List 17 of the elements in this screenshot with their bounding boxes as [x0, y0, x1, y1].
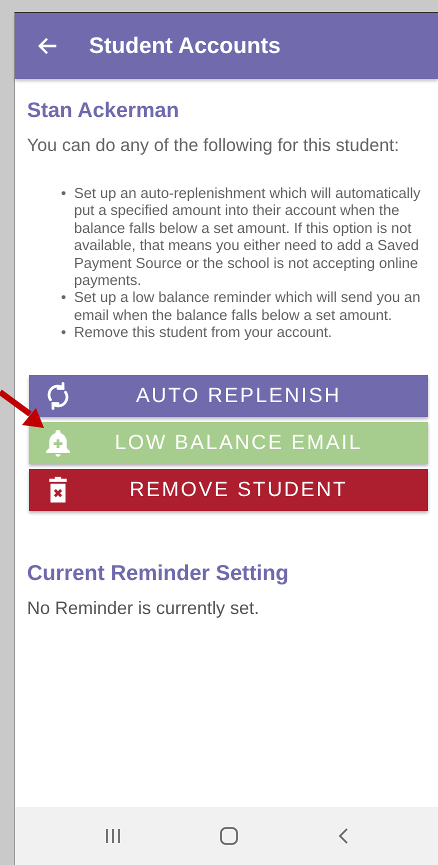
action-button[interactable]: REMOVE STUDENT [29, 468, 428, 511]
bullet: • [61, 325, 67, 343]
back-arrow-icon[interactable] [37, 35, 59, 57]
intro-text: You can do any of the following for this student: [27, 135, 400, 156]
option-item: Set up a low balance reminder which will send you an email when the balance falls below a set amount. [74, 290, 422, 326]
screen-title: Student Accounts [89, 33, 281, 59]
option-item: Remove this student from your account. [74, 325, 333, 343]
home-icon[interactable] [218, 826, 238, 846]
reminder-status: No Reminder is currently set. [27, 598, 260, 619]
student-name: Stan Ackerman [27, 99, 180, 123]
bullet: • [61, 290, 67, 308]
action-button[interactable]: AUTO REPLENISH [29, 374, 428, 417]
bell-plus-icon [43, 428, 73, 458]
bullet: • [61, 186, 67, 204]
recent-apps-icon[interactable] [104, 828, 122, 844]
section-heading: Current Reminder Setting [27, 560, 290, 586]
option-item: Set up an auto-replenishment which will automatically put a specified amount into their account when the balance falls below a set amount. If this option is not available, that means you either need to add a Saved Payment Source or the school is not accepting online payments. [74, 186, 422, 290]
